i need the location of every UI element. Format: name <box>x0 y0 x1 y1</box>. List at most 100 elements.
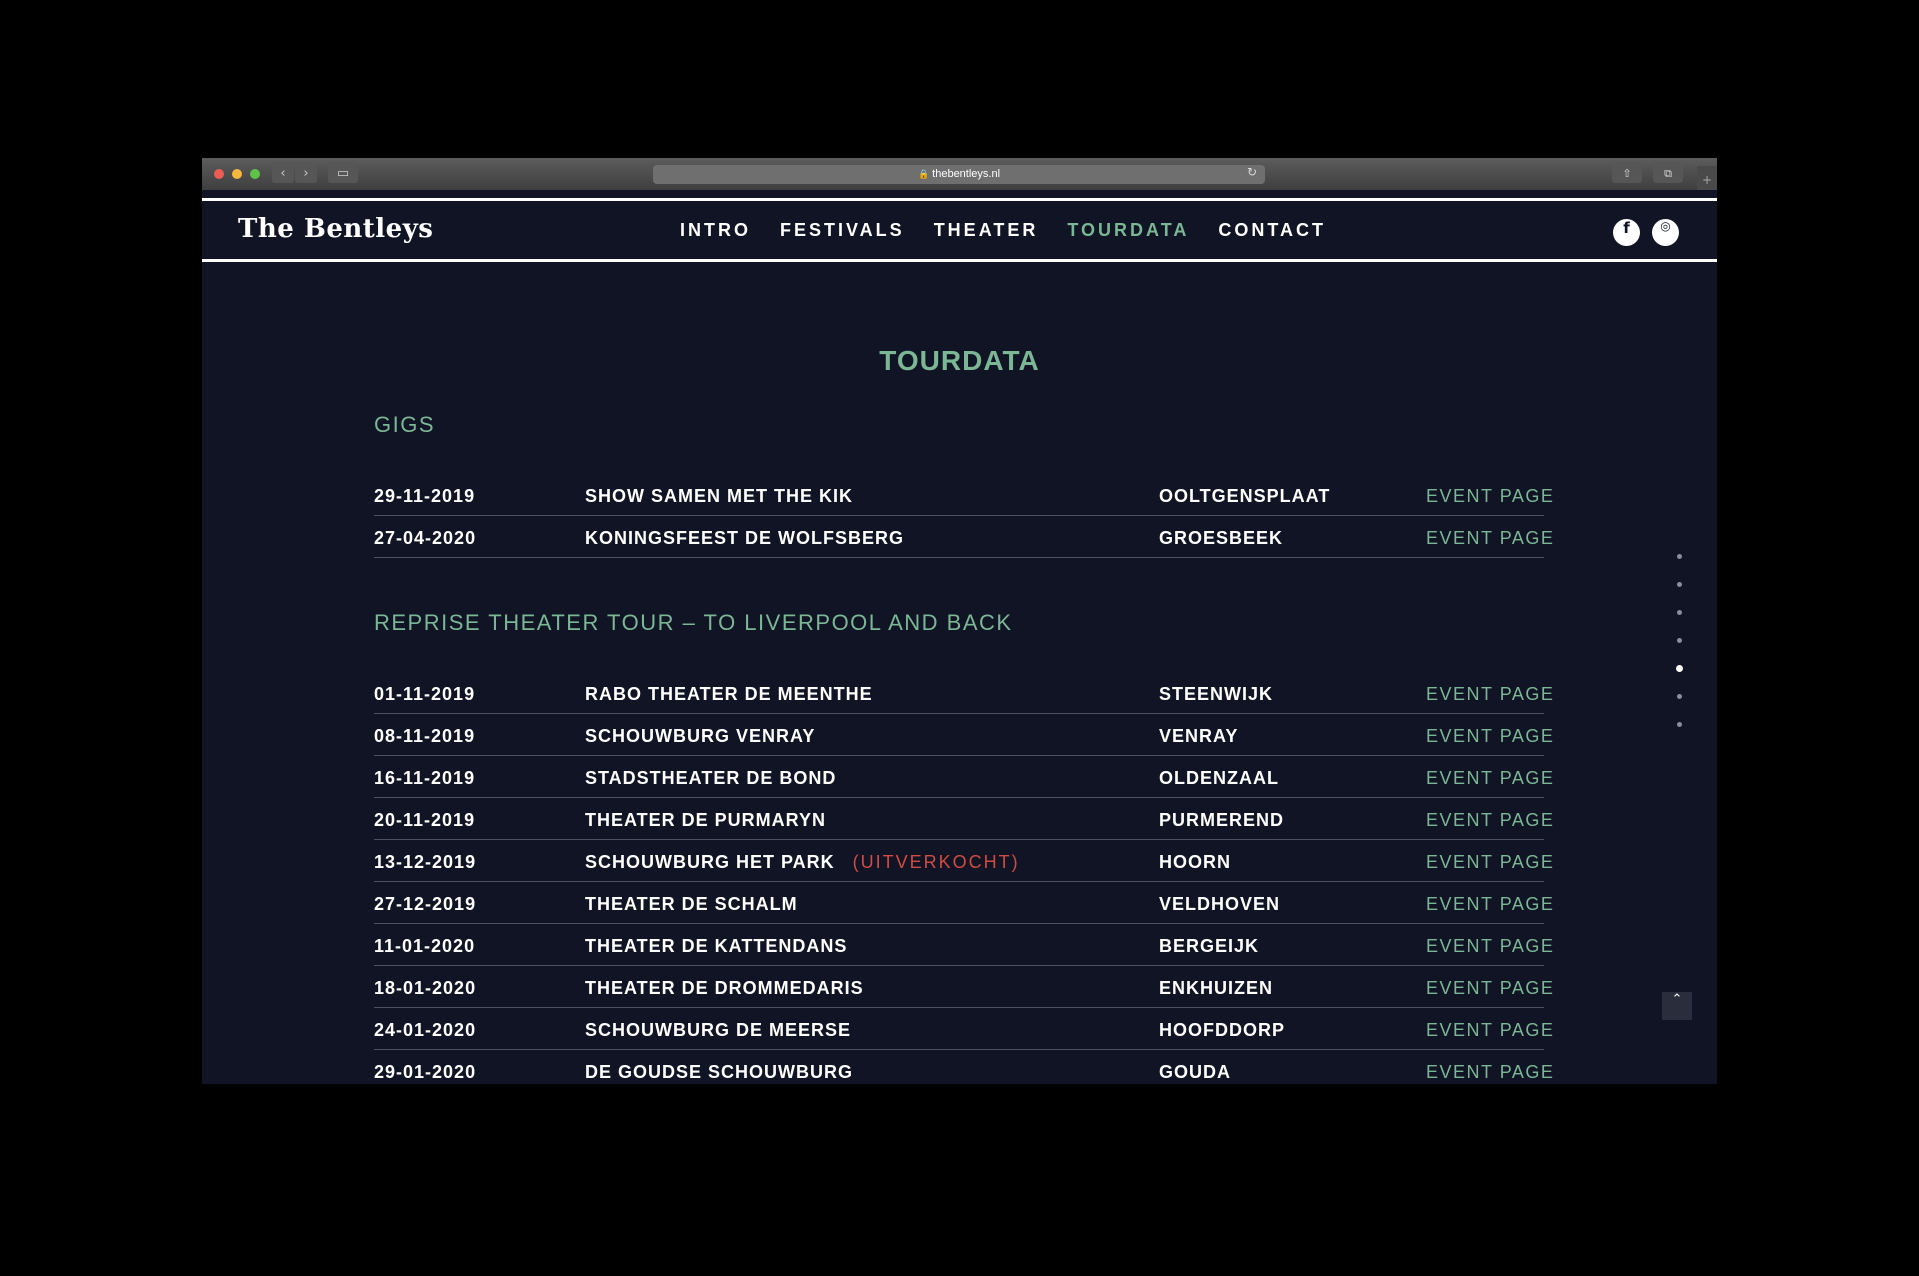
table-row: 27-04-2020 KONINGSFEEST DE WOLFSBERG GRO… <box>374 516 1553 558</box>
event-page-link[interactable]: EVENT PAGE <box>1426 768 1554 789</box>
event-page-link[interactable]: EVENT PAGE <box>1426 936 1554 957</box>
tour-date: 27-12-2019 <box>374 894 477 914</box>
tour-date: 20-11-2019 <box>374 810 476 830</box>
url-text: thebentleys.nl <box>932 168 1001 180</box>
table-row: 11-01-2020 THEATER DE KATTENDANS BERGEIJ… <box>374 924 1553 966</box>
event-page-link[interactable]: EVENT PAGE <box>1426 684 1554 705</box>
tour-city: HOORN <box>1159 852 1231 872</box>
tour-venue: SCHOUWBURG DE MEERSE <box>585 1020 852 1040</box>
tour-date: 08-11-2019 <box>374 726 476 746</box>
tour-city: VELDHOVEN <box>1159 894 1281 914</box>
gig-date: 27-04-2020 <box>374 528 477 548</box>
tour-date: 16-11-2019 <box>374 768 476 788</box>
zoom-window-icon[interactable] <box>250 169 260 179</box>
main-navigation: INTRO FESTIVALS THEATER TOURDATA CONTACT <box>680 220 1326 241</box>
tour-city: ENKHUIZEN <box>1159 978 1274 998</box>
tour-venue: DE GOUDSE SCHOUWBURG <box>585 1062 854 1082</box>
event-page-link[interactable]: EVENT PAGE <box>1426 1020 1554 1041</box>
section-dot-4[interactable] <box>1677 638 1682 643</box>
tour-venue: SCHOUWBURG VENRAY <box>585 726 816 746</box>
nav-theater[interactable]: THEATER <box>934 220 1039 241</box>
nav-contact[interactable]: CONTACT <box>1218 220 1326 241</box>
gig-city: GROESBEEK <box>1159 528 1284 548</box>
browser-toolbar: ‹ › ▭ 🔒 thebentleys.nl ↻ ⇧ ⧉ + <box>202 158 1717 190</box>
table-row: 18-01-2020 THEATER DE DROMMEDARIS ENKHUI… <box>374 966 1553 1008</box>
share-icon[interactable]: ⇧ <box>1612 165 1642 183</box>
tour-venue: SCHOUWBURG HET PARK (UITVERKOCHT) <box>585 852 1020 873</box>
section-dot-5[interactable] <box>1676 665 1683 672</box>
section-dot-1[interactable] <box>1677 554 1682 559</box>
table-row: 29-01-2020 DE GOUDSE SCHOUWBURG GOUDA EV… <box>374 1050 1553 1084</box>
forward-arrow-icon[interactable]: › <box>295 165 317 183</box>
tour-venue: THEATER DE PURMARYN <box>585 810 827 830</box>
tabs-overview-icon[interactable]: ⧉ <box>1653 165 1683 183</box>
tour-date: 01-11-2019 <box>374 684 476 704</box>
table-row: 27-12-2019 THEATER DE SCHALM VELDHOVEN E… <box>374 882 1553 924</box>
event-page-link[interactable]: EVENT PAGE <box>1426 1062 1554 1083</box>
tour-city: OLDENZAAL <box>1159 768 1279 788</box>
tour-date: 29-01-2020 <box>374 1062 477 1082</box>
tour-city: PURMEREND <box>1159 810 1285 830</box>
table-row: 20-11-2019 THEATER DE PURMARYN PURMEREND… <box>374 798 1553 840</box>
section-dot-7[interactable] <box>1677 722 1682 727</box>
gig-venue: SHOW SAMEN MET THE KIK <box>585 486 853 506</box>
tour-city: HOOFDDORP <box>1159 1020 1285 1040</box>
tour-date: 24-01-2020 <box>374 1020 477 1040</box>
tour-date: 18-01-2020 <box>374 978 477 998</box>
section-dot-3[interactable] <box>1677 610 1682 615</box>
tour-city: STEENWIJK <box>1159 684 1274 704</box>
close-window-icon[interactable] <box>214 169 224 179</box>
tour-venue: THEATER DE KATTENDANS <box>585 936 848 956</box>
tour-city: BERGEIJK <box>1159 936 1260 956</box>
tour-section-title: REPRISE THEATER TOUR – TO LIVERPOOL AND … <box>374 610 1013 635</box>
page-title: TOURDATA <box>879 345 1040 376</box>
gig-date: 29-11-2019 <box>374 486 476 506</box>
facebook-icon[interactable]: f <box>1613 219 1640 246</box>
event-page-link[interactable]: EVENT PAGE <box>1426 978 1554 999</box>
gigs-section-title: GIGS <box>374 412 436 437</box>
new-tab-icon[interactable]: + <box>1697 166 1717 190</box>
gigs-table: 29-11-2019 SHOW SAMEN MET THE KIK OOLTGE… <box>374 474 1553 558</box>
back-to-top-button[interactable]: ⌃ <box>1662 992 1692 1020</box>
sidebar-toggle-icon[interactable]: ▭ <box>328 165 358 183</box>
table-row: 29-11-2019 SHOW SAMEN MET THE KIK OOLTGE… <box>374 474 1553 516</box>
event-page-link[interactable]: EVENT PAGE <box>1426 894 1554 915</box>
tour-city: VENRAY <box>1159 726 1239 746</box>
tour-city: GOUDA <box>1159 1062 1231 1082</box>
address-bar[interactable]: 🔒 thebentleys.nl ↻ <box>653 165 1265 184</box>
section-dot-6[interactable] <box>1677 694 1682 699</box>
tour-date: 13-12-2019 <box>374 852 477 872</box>
tour-venue: THEATER DE DROMMEDARIS <box>585 978 864 998</box>
site-header: The Bentleys INTRO FESTIVALS THEATER TOU… <box>202 198 1717 262</box>
table-row: 24-01-2020 SCHOUWBURG DE MEERSE HOOFDDOR… <box>374 1008 1553 1050</box>
nav-festivals[interactable]: FESTIVALS <box>780 220 905 241</box>
gig-venue: KONINGSFEEST DE WOLFSBERG <box>585 528 905 548</box>
tour-date: 11-01-2020 <box>374 936 476 956</box>
event-page-link[interactable]: EVENT PAGE <box>1426 528 1554 549</box>
tour-venue: RABO THEATER DE MEENTHE <box>585 684 873 704</box>
event-page-link[interactable]: EVENT PAGE <box>1426 486 1554 507</box>
event-page-link[interactable]: EVENT PAGE <box>1426 726 1554 747</box>
tour-table: 01-11-2019 RABO THEATER DE MEENTHE STEEN… <box>374 672 1553 1084</box>
tour-venue: THEATER DE SCHALM <box>585 894 798 914</box>
lock-icon: 🔒 <box>917 169 930 179</box>
section-dot-2[interactable] <box>1677 582 1682 587</box>
sold-out-badge: (UITVERKOCHT) <box>852 852 1020 872</box>
reload-icon[interactable]: ↻ <box>1247 165 1257 179</box>
site-logo[interactable]: The Bentleys <box>238 214 433 244</box>
table-row: 08-11-2019 SCHOUWBURG VENRAY VENRAY EVEN… <box>374 714 1553 756</box>
back-arrow-icon[interactable]: ‹ <box>272 165 294 183</box>
browser-window: ‹ › ▭ 🔒 thebentleys.nl ↻ ⇧ ⧉ + The Bentle… <box>202 158 1717 1084</box>
gig-city: OOLTGENSPLAAT <box>1159 486 1331 506</box>
event-page-link[interactable]: EVENT PAGE <box>1426 852 1554 873</box>
tour-venue-name: SCHOUWBURG HET PARK <box>585 852 835 872</box>
table-row: 13-12-2019 SCHOUWBURG HET PARK (UITVERKOC… <box>374 840 1553 882</box>
minimize-window-icon[interactable] <box>232 169 242 179</box>
nav-tourdata[interactable]: TOURDATA <box>1067 220 1189 241</box>
table-row: 01-11-2019 RABO THEATER DE MEENTHE STEEN… <box>374 672 1553 714</box>
table-row: 16-11-2019 STADSTHEATER DE BOND OLDENZAA… <box>374 756 1553 798</box>
tour-venue: STADSTHEATER DE BOND <box>585 768 837 788</box>
nav-intro[interactable]: INTRO <box>680 220 751 241</box>
event-page-link[interactable]: EVENT PAGE <box>1426 810 1554 831</box>
instagram-icon[interactable]: ◎ <box>1652 219 1679 246</box>
